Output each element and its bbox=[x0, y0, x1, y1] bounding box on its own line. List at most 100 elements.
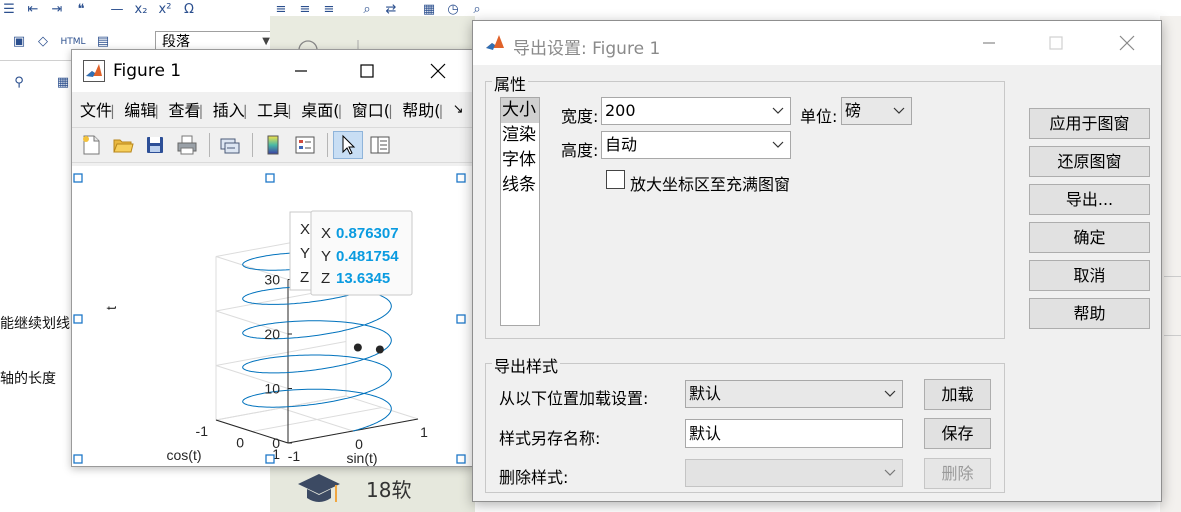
restore-figure-button[interactable]: 还原图窗 bbox=[1029, 146, 1150, 177]
cancel-button[interactable]: 取消 bbox=[1029, 260, 1150, 291]
maximize-icon bbox=[1049, 36, 1063, 50]
menu-help[interactable]: 帮助( bbox=[402, 97, 449, 121]
dialog-titlebar[interactable]: 导出设置: Figure 1 bbox=[473, 21, 1161, 65]
align-right-icon[interactable]: ≡ bbox=[320, 3, 338, 17]
legend-button[interactable] bbox=[290, 131, 320, 159]
horizontal-rule-icon[interactable]: — bbox=[108, 3, 126, 17]
editor-toolbar-row-3: ⚲ ▦ bbox=[0, 73, 78, 93]
property-inspector-button[interactable] bbox=[365, 131, 395, 159]
load-settings-label: 从以下位置加载设置: bbox=[499, 389, 649, 408]
editor-toolbar-row-1: ☰ ⇤ ⇥ ❝ — x₂ x² Ω bbox=[0, 0, 204, 20]
blockquote-icon[interactable]: ❝ bbox=[72, 3, 90, 17]
apply-to-figure-button[interactable]: 应用于图窗 bbox=[1029, 108, 1150, 139]
code-icon[interactable]: ◇ bbox=[34, 35, 52, 49]
align-left-icon[interactable]: ≡ bbox=[272, 3, 290, 17]
align-center-icon[interactable]: ≡ bbox=[296, 3, 314, 17]
x-axis-label: cos(t) bbox=[167, 447, 202, 463]
datatip-back-x-label: X bbox=[300, 221, 310, 238]
grid-line bbox=[215, 341, 347, 389]
table-icon[interactable]: ▤ bbox=[94, 35, 112, 49]
units-select[interactable]: 磅 bbox=[841, 97, 912, 125]
print-button[interactable] bbox=[172, 131, 202, 159]
help-button[interactable]: 帮助 bbox=[1029, 298, 1150, 329]
html-icon[interactable]: HTML bbox=[58, 35, 88, 49]
selection-handle bbox=[73, 173, 83, 183]
width-select[interactable]: 200 bbox=[601, 97, 791, 125]
menu-insert[interactable]: 插入 bbox=[213, 97, 254, 121]
ok-button[interactable]: 确定 bbox=[1029, 222, 1150, 253]
superscript-icon[interactable]: x² bbox=[156, 3, 174, 17]
list-item-fonts[interactable]: 字体 bbox=[501, 148, 539, 173]
menu-overflow-icon[interactable]: ↘ bbox=[453, 102, 464, 117]
find-icon[interactable]: ⌕ bbox=[358, 3, 376, 17]
edit-plot-button[interactable] bbox=[333, 131, 363, 159]
graduation-cap-icon[interactable] bbox=[296, 470, 342, 510]
menu-edit[interactable]: 编辑 bbox=[124, 97, 165, 121]
delete-style-label: 删除样式: bbox=[499, 468, 569, 487]
numbered-list-icon[interactable]: ☰ bbox=[0, 3, 18, 17]
datatip-back-z-label: Z bbox=[300, 269, 309, 286]
menu-tools[interactable]: 工具 bbox=[257, 97, 298, 121]
plot3d-area[interactable]: 010203010-1-101cos(t) sin(t)tXYZX 0.876307… bbox=[72, 166, 472, 466]
close-button[interactable] bbox=[415, 50, 461, 92]
delete-style-select[interactable] bbox=[685, 459, 903, 487]
minimize-button[interactable] bbox=[278, 50, 324, 92]
save-button[interactable]: 保存 bbox=[924, 418, 991, 449]
indent-icon[interactable]: ⇥ bbox=[48, 3, 66, 17]
close-button[interactable] bbox=[1104, 21, 1150, 65]
export-button[interactable]: 导出... bbox=[1029, 184, 1150, 215]
list-item-size[interactable]: 大小 bbox=[501, 98, 539, 123]
editor-text-fragment: 轴的长度 bbox=[0, 371, 56, 387]
toolbar-separator bbox=[209, 133, 210, 157]
outdent-icon[interactable]: ⇤ bbox=[24, 3, 42, 17]
maximize-button[interactable] bbox=[344, 50, 390, 92]
x-tick-label: -1 bbox=[196, 423, 209, 439]
datatip-marker bbox=[375, 345, 384, 354]
minimize-button[interactable] bbox=[966, 21, 1012, 65]
grid-icon[interactable]: ▦ bbox=[54, 76, 72, 90]
grid-line bbox=[280, 407, 354, 432]
load-settings-select[interactable]: 默认 bbox=[685, 380, 903, 408]
menu-window[interactable]: 窗口( bbox=[352, 97, 399, 121]
selection-handle bbox=[456, 173, 466, 183]
expand-axes-checkbox[interactable] bbox=[606, 170, 625, 189]
clock-icon[interactable]: ◷ bbox=[444, 3, 462, 17]
load-button[interactable]: 加载 bbox=[924, 379, 991, 410]
figure-canvas[interactable]: 0 10 20 30 1 0 -1 -1 0 1 cos(t) sin(t) t X Y Z X 0.876307… bbox=[72, 166, 472, 466]
datatip-z-value: 13.6345 bbox=[336, 270, 390, 287]
height-select[interactable]: 自动 bbox=[601, 131, 791, 159]
delete-button: 删除 bbox=[924, 458, 991, 489]
selection-handle bbox=[73, 454, 83, 464]
chevron-down-icon bbox=[772, 141, 784, 148]
y-tick-label: -1 bbox=[288, 448, 301, 464]
pin-icon[interactable]: ⚲ bbox=[10, 76, 28, 90]
width-value: 200 bbox=[605, 101, 636, 120]
datatip-marker bbox=[353, 343, 362, 352]
menu-view[interactable]: 查看 bbox=[169, 97, 210, 121]
colorbar-button[interactable] bbox=[258, 131, 288, 159]
export-settings-dialog[interactable]: 导出设置: Figure 1 属性 大小 渲染 字体 线条 宽度: 200 单位… bbox=[472, 20, 1162, 502]
save-style-name-input[interactable]: 默认 bbox=[685, 419, 903, 448]
menu-desktop[interactable]: 桌面( bbox=[301, 97, 348, 121]
property-category-list[interactable]: 大小 渲染 字体 线条 bbox=[500, 97, 540, 326]
preview-icon[interactable]: ⌕ bbox=[468, 3, 486, 17]
paragraph-style-value: 段落 bbox=[162, 34, 190, 50]
subscript-icon[interactable]: x₂ bbox=[132, 3, 150, 17]
datatip-y-label: Y bbox=[321, 248, 331, 265]
selection-handle bbox=[265, 173, 275, 183]
new-file-button[interactable] bbox=[76, 131, 106, 159]
figure-titlebar[interactable]: Figure 1 bbox=[72, 50, 472, 92]
special-char-icon[interactable]: Ω bbox=[180, 3, 198, 17]
open-button[interactable] bbox=[108, 131, 138, 159]
app-label: 18软 bbox=[366, 478, 412, 502]
save-button[interactable] bbox=[140, 131, 170, 159]
calendar-icon[interactable]: ▦ bbox=[420, 3, 438, 17]
list-item-rendering[interactable]: 渲染 bbox=[501, 123, 539, 148]
replace-icon[interactable]: ⇄ bbox=[382, 3, 400, 17]
list-item-lines[interactable]: 线条 bbox=[501, 173, 539, 198]
z-tick-label: 10 bbox=[264, 381, 280, 397]
image-icon[interactable]: ▣ bbox=[10, 35, 28, 49]
menu-file[interactable]: 文件 bbox=[80, 97, 121, 121]
figure-window[interactable]: Figure 1 文件 编辑 查看 插入 工具 桌面( 窗口( 帮助( ↘ bbox=[71, 49, 473, 467]
link-plot-button[interactable] bbox=[215, 131, 245, 159]
